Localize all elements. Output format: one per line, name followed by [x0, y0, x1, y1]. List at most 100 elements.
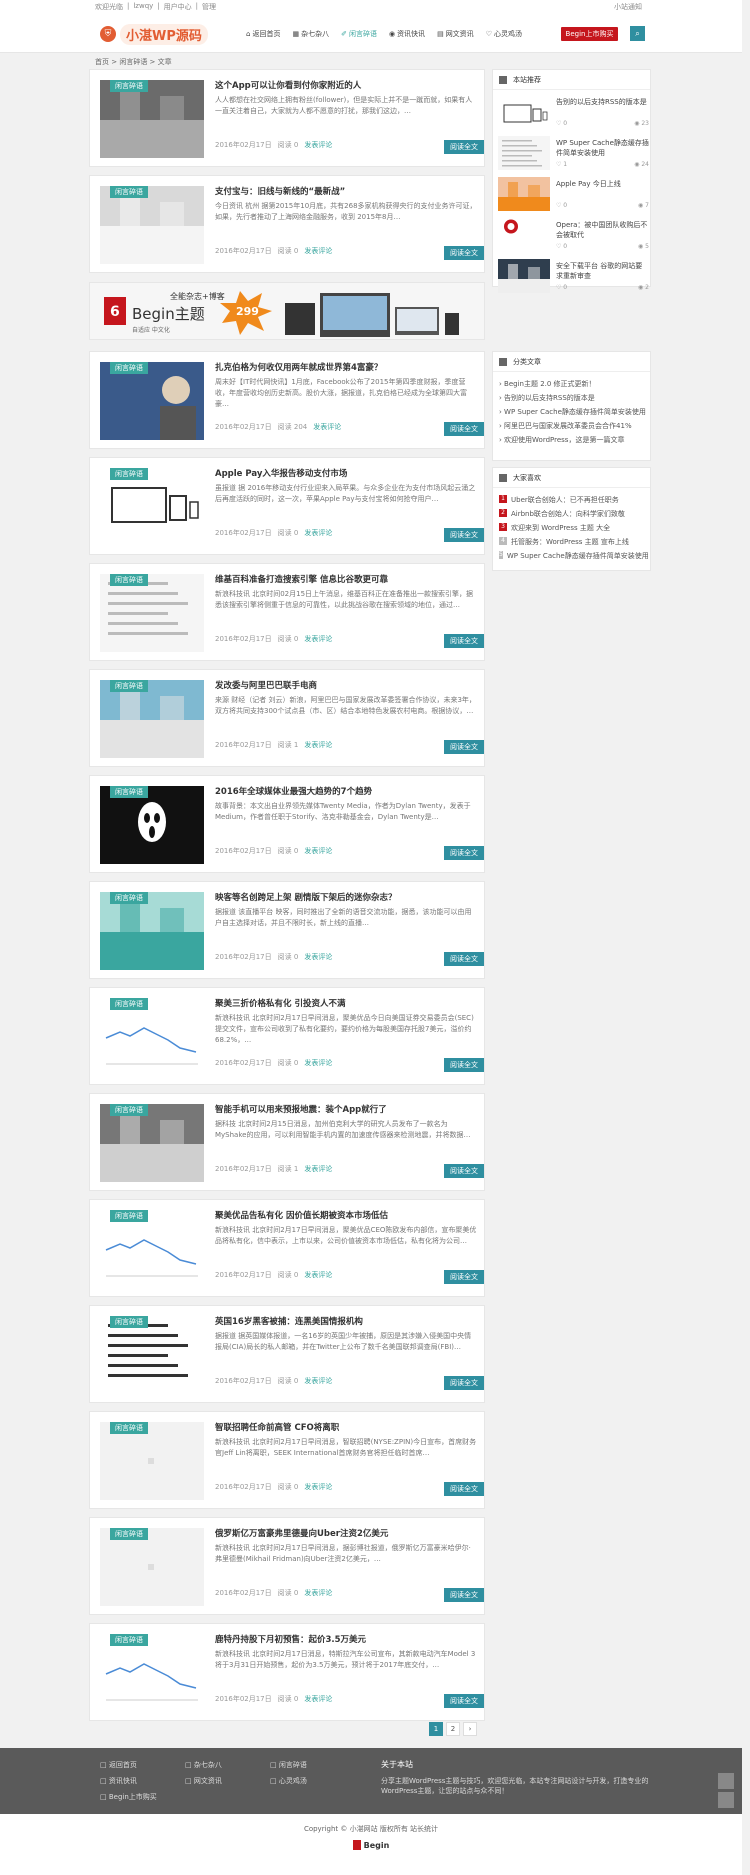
read-more-button[interactable]: 阅读全文: [444, 1164, 484, 1178]
post-date[interactable]: 2016年02月17日: [215, 246, 272, 256]
footer-link-text[interactable]: 心灵鸡汤: [279, 1777, 307, 1785]
featured-item[interactable]: Apple Pay 今日上线 ♡ 0 ◉ 7: [498, 177, 649, 213]
featured-title[interactable]: 安全下载平台 谷歌的网站要求重新审查: [556, 261, 649, 281]
post-reads[interactable]: 阅读 0: [278, 1058, 299, 1068]
rank-badge[interactable]: 3: [499, 523, 507, 531]
post-meta[interactable]: 2016年02月17日 阅读 0 发表评论: [215, 1270, 332, 1280]
post-meta[interactable]: 2016年02月17日 阅读 0 发表评论: [215, 246, 332, 256]
view-value[interactable]: 23: [641, 120, 649, 127]
post-meta[interactable]: 2016年02月17日 阅读 0 发表评论: [215, 1376, 332, 1386]
category-item-text[interactable]: 告别的以后支持RSS的版本是: [504, 394, 595, 402]
post-card[interactable]: 闲言碎语 Apple Pay入华报告移动支付市场虽报道 据 2016年移动支付行业…: [89, 457, 485, 555]
post-card[interactable]: 闲言碎语 扎克伯格为何收仅用两年就成世界第4富豪？ 周末好【IT时代网快讯】1月底，…: [89, 351, 485, 449]
post-thumbnail[interactable]: 闲言碎语: [100, 1528, 204, 1606]
popular-item[interactable]: 3 欢迎来到 WordPress 主题 大全: [493, 521, 650, 535]
post-reads[interactable]: 阅读 1: [278, 1164, 299, 1174]
post-title[interactable]: 发改委与阿里巴巴联手电商: [215, 679, 477, 691]
post-comment-link[interactable]: 发表评论: [313, 422, 341, 432]
post-card[interactable]: 闲言碎语 英国16岁黑客被捕：连黑美国情报机构 据报道 据英国媒体报道，一名16岁的…: [89, 1305, 485, 1403]
post-comment-link[interactable]: 发表评论: [304, 740, 332, 750]
view-value[interactable]: 2: [645, 284, 649, 291]
post-card[interactable]: 闲言碎语 鹿特丹持股下月初预售：起价3.5万美元 新浪科技讯 北京时间2月17日消息…: [89, 1623, 485, 1721]
like-count[interactable]: ♡ 0: [556, 120, 567, 127]
footer-link-text[interactable]: Begin上市购买: [109, 1793, 157, 1801]
top-link[interactable]: |: [196, 2, 198, 12]
post-category-tag[interactable]: 闲言碎语: [110, 1316, 148, 1328]
read-more-button[interactable]: 阅读全文: [444, 246, 484, 260]
footer-link[interactable]: □ 返回首页: [100, 1760, 185, 1770]
view-value[interactable]: 7: [645, 202, 649, 209]
featured-thumb[interactable]: [498, 177, 550, 211]
post-title[interactable]: 聚美三折价格私有化 引投资人不满: [215, 997, 477, 1009]
popular-item-text[interactable]: 欢迎来到 WordPress 主题 大全: [511, 523, 610, 533]
post-category-tag[interactable]: 闲言碎语: [110, 80, 148, 92]
post-title[interactable]: Apple Pay入华报告移动支付市场: [215, 467, 477, 479]
post-category-tag[interactable]: 闲言碎语: [110, 892, 148, 904]
post-thumbnail[interactable]: 闲言碎语: [100, 80, 204, 158]
top-link[interactable]: 欢迎光临: [95, 2, 123, 12]
post-category-tag[interactable]: 闲言碎语: [110, 680, 148, 692]
post-reads[interactable]: 阅读 0: [278, 952, 299, 962]
nav-item[interactable]: ✐ 闲言碎语: [335, 28, 383, 40]
like-count[interactable]: ♡ 1: [556, 161, 567, 168]
page-button[interactable]: 2: [446, 1722, 460, 1736]
post-excerpt[interactable]: 虽报道 据 2016年移动支付行业迎来入局苹果。与众多企业在为支付市场风起云涌之…: [215, 483, 477, 517]
view-count[interactable]: ◉ 24: [634, 161, 649, 168]
read-more-button[interactable]: 阅读全文: [444, 846, 484, 860]
featured-meta[interactable]: ♡ 0 ◉ 23: [556, 120, 649, 127]
like-value[interactable]: 0: [563, 202, 567, 209]
post-reads[interactable]: 阅读 1: [278, 740, 299, 750]
featured-item[interactable]: WP Super Cache静态缓存插件简单安装使用 ♡ 1 ◉ 24: [498, 136, 649, 172]
post-excerpt[interactable]: 新浪科技讯 北京时间2月17日早间消息，据彭博社报道，俄罗斯亿万富豪米哈伊尔·弗…: [215, 1543, 477, 1577]
post-date[interactable]: 2016年02月17日: [215, 1376, 272, 1386]
post-meta[interactable]: 2016年02月17日 阅读 0 发表评论: [215, 1482, 332, 1492]
post-card[interactable]: 闲言碎语 2016年全球媒体业最强大趋势的7个趋势 故事背景：本文出自业界领先媒体T…: [89, 775, 485, 873]
post-thumbnail[interactable]: 闲言碎语: [100, 1316, 204, 1394]
like-count[interactable]: ♡ 0: [556, 284, 567, 291]
post-reads[interactable]: 阅读 0: [278, 1270, 299, 1280]
post-excerpt[interactable]: 新浪科技讯 北京时间2月17日消息，特斯拉汽车公司宣布，其新款电动汽车Model…: [215, 1649, 477, 1683]
post-thumbnail[interactable]: 闲言碎语: [100, 998, 204, 1076]
nav-item[interactable]: ◉ 资讯快讯: [383, 28, 431, 40]
post-meta[interactable]: 2016年02月17日 阅读 0 发表评论: [215, 952, 332, 962]
post-category-tag[interactable]: 闲言碎语: [110, 468, 148, 480]
post-meta[interactable]: 2016年02月17日 阅读 1 发表评论: [215, 740, 332, 750]
post-meta[interactable]: 2016年02月17日 阅读 0 发表评论: [215, 634, 332, 644]
post-title[interactable]: 智联招聘任命前高管 CFO将离职: [215, 1421, 477, 1433]
post-thumbnail[interactable]: 闲言碎语: [100, 892, 204, 970]
post-comment-link[interactable]: 发表评论: [304, 140, 332, 150]
post-category-tag[interactable]: 闲言碎语: [110, 1104, 148, 1116]
post-comment-link[interactable]: 发表评论: [304, 1058, 332, 1068]
post-category-tag[interactable]: 闲言碎语: [110, 1528, 148, 1540]
post-comment-link[interactable]: 发表评论: [304, 1164, 332, 1174]
read-more-button[interactable]: 阅读全文: [444, 1694, 484, 1708]
nav-item[interactable]: ♡ 心灵鸡汤: [480, 28, 528, 40]
featured-thumb[interactable]: [498, 95, 550, 129]
post-thumbnail[interactable]: 闲言碎语: [100, 468, 204, 546]
top-link[interactable]: lzwqy: [133, 2, 153, 12]
category-item-text[interactable]: 阿里巴巴与国家发展改革委员会合作41%: [504, 422, 632, 430]
post-reads[interactable]: 阅读 0: [278, 528, 299, 538]
read-more-button[interactable]: 阅读全文: [444, 1482, 484, 1496]
post-category-tag[interactable]: 闲言碎语: [110, 1634, 148, 1646]
post-category-tag[interactable]: 闲言碎语: [110, 786, 148, 798]
read-more-button[interactable]: 阅读全文: [444, 952, 484, 966]
post-title[interactable]: 映客等名创跨足上架 剧情版下架后的迷你杂志？: [215, 891, 477, 903]
post-excerpt[interactable]: 今日资讯 杭州 据第2015年10月底，共有268多家机构获得央行的支付业务许可…: [215, 201, 477, 235]
top-link[interactable]: |: [157, 2, 159, 12]
post-reads[interactable]: 阅读 0: [278, 246, 299, 256]
post-date[interactable]: 2016年02月17日: [215, 1270, 272, 1280]
post-thumbnail[interactable]: 闲言碎语: [100, 186, 204, 264]
post-excerpt[interactable]: 新浪科技讯 北京时间2月17日早间消息，聚美优品CEO陈欧发布内部信，宣布聚美优…: [215, 1225, 477, 1259]
post-excerpt[interactable]: 来源 财经（记者 刘云）新浪，阿里巴巴与国家发展改革委签署合作协议，未来3年，双…: [215, 695, 477, 729]
rank-badge[interactable]: 4: [499, 537, 507, 545]
post-date[interactable]: 2016年02月17日: [215, 1164, 272, 1174]
post-meta[interactable]: 2016年02月17日 阅读 1 发表评论: [215, 1164, 332, 1174]
post-excerpt[interactable]: 故事背景：本文出自业界领先媒体Twenty Media，作者为Dylan Twe…: [215, 801, 477, 835]
scroll-top-button[interactable]: [718, 1773, 734, 1789]
scroll-comment-button[interactable]: [718, 1792, 734, 1808]
post-card[interactable]: 闲言碎语 智能手机可以用来预报地震：装个App就行了 据科技 北京时间2月15日消息…: [89, 1093, 485, 1191]
featured-title[interactable]: 告别的以后支持RSS的版本是: [556, 97, 649, 117]
read-more-button[interactable]: 阅读全文: [444, 634, 484, 648]
post-meta[interactable]: 2016年02月17日 阅读 0 发表评论: [215, 140, 332, 150]
